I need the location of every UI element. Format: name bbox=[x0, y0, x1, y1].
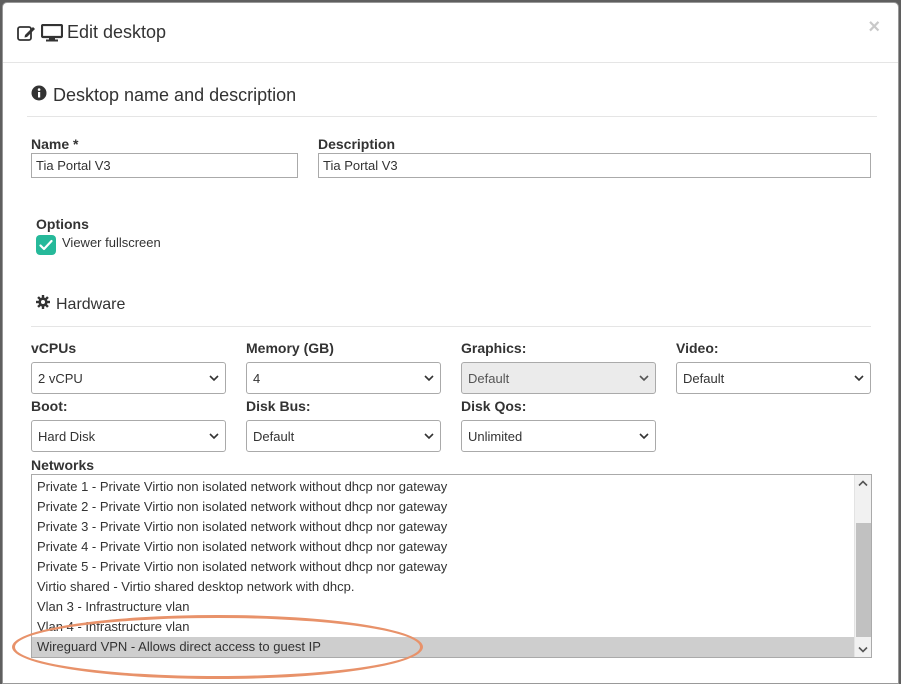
network-option[interactable]: Private 4 - Private Virtio non isolated … bbox=[32, 537, 855, 557]
networks-options: Private 1 - Private Virtio non isolated … bbox=[32, 477, 855, 657]
network-option[interactable]: Vlan 3 - Infrastructure vlan bbox=[32, 597, 855, 617]
edit-icon bbox=[17, 24, 37, 42]
description-label: Description bbox=[318, 136, 396, 152]
name-input[interactable] bbox=[31, 153, 298, 178]
dialog-title-text: Edit desktop bbox=[67, 22, 167, 42]
chevron-down-icon bbox=[854, 375, 864, 382]
checkmark-icon bbox=[39, 239, 53, 251]
close-button[interactable]: × bbox=[868, 17, 880, 37]
viewer-fullscreen-checkbox[interactable] bbox=[36, 235, 56, 255]
network-option[interactable]: Private 1 - Private Virtio non isolated … bbox=[32, 477, 855, 497]
viewer-fullscreen-option[interactable]: Viewer fullscreen bbox=[36, 235, 161, 255]
networks-scrollbar[interactable] bbox=[854, 475, 871, 657]
memory-select[interactable]: 4 bbox=[246, 362, 441, 394]
boot-select[interactable]: Hard Disk bbox=[31, 420, 226, 452]
chevron-down-icon bbox=[424, 433, 434, 440]
video-label: Video: bbox=[676, 340, 719, 356]
networks-label: Networks bbox=[31, 457, 95, 473]
scroll-down-arrow[interactable] bbox=[855, 641, 871, 657]
disk-bus-select[interactable]: Default bbox=[246, 420, 441, 452]
section-title-hardware: Hardware bbox=[36, 295, 125, 314]
vcpus-label: vCPUs bbox=[31, 340, 77, 356]
network-option[interactable]: Private 5 - Private Virtio non isolated … bbox=[32, 557, 855, 577]
edit-desktop-dialog: Edit desktop × Desktop name and descript… bbox=[2, 2, 899, 684]
divider bbox=[31, 326, 871, 327]
scroll-up-arrow[interactable] bbox=[855, 475, 871, 491]
chevron-down-icon bbox=[858, 646, 868, 653]
section-title-name-description: Desktop name and description bbox=[31, 85, 296, 106]
description-input[interactable] bbox=[318, 153, 871, 178]
graphics-select: Default bbox=[461, 362, 656, 394]
chevron-down-icon bbox=[209, 433, 219, 440]
network-option[interactable]: Vlan 4 - Infrastructure vlan bbox=[32, 617, 855, 637]
options-label: Options bbox=[36, 216, 89, 232]
networks-listbox[interactable]: Private 1 - Private Virtio non isolated … bbox=[31, 474, 872, 658]
desktop-icon bbox=[41, 23, 63, 42]
network-option[interactable]: Wireguard VPN - Allows direct access to … bbox=[32, 637, 855, 657]
name-label: Name * bbox=[31, 136, 79, 152]
boot-label: Boot: bbox=[31, 398, 68, 414]
disk-qos-label: Disk Qos: bbox=[461, 398, 527, 414]
video-select[interactable]: Default bbox=[676, 362, 871, 394]
disk-bus-label: Disk Bus: bbox=[246, 398, 311, 414]
dialog-title: Edit desktop bbox=[17, 22, 166, 43]
chevron-down-icon bbox=[639, 433, 649, 440]
network-option[interactable]: Private 3 - Private Virtio non isolated … bbox=[32, 517, 855, 537]
chevron-down-icon bbox=[424, 375, 434, 382]
network-option[interactable]: Private 2 - Private Virtio non isolated … bbox=[32, 497, 855, 517]
dialog-header: Edit desktop × bbox=[3, 3, 898, 63]
memory-label: Memory (GB) bbox=[246, 340, 334, 356]
gear-icon bbox=[36, 295, 50, 314]
disk-qos-select[interactable]: Unlimited bbox=[461, 420, 656, 452]
info-icon bbox=[31, 85, 47, 106]
scrollbar-thumb[interactable] bbox=[856, 523, 871, 637]
network-option[interactable]: Virtio shared - Virtio shared desktop ne… bbox=[32, 577, 855, 597]
chevron-down-icon bbox=[639, 375, 649, 382]
divider bbox=[27, 116, 877, 117]
chevron-down-icon bbox=[209, 375, 219, 382]
vcpus-select[interactable]: 2 vCPU bbox=[31, 362, 226, 394]
viewer-fullscreen-label: Viewer fullscreen bbox=[62, 234, 161, 250]
chevron-up-icon bbox=[858, 479, 868, 486]
graphics-label: Graphics: bbox=[461, 340, 527, 356]
